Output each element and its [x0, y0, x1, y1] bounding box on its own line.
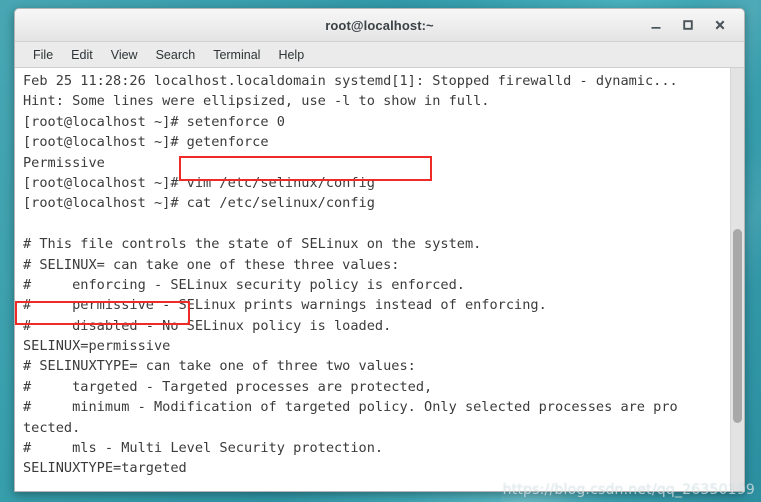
terminal-line: # This file controls the state of SELinu… [23, 236, 482, 253]
terminal-line: Feb 25 11:28:26 localhost.localdomain sy… [23, 73, 678, 89]
terminal-line: SELINUXTYPE=targeted [23, 460, 187, 477]
terminal-line: # minimum - Modification of targeted pol… [23, 399, 678, 416]
terminal-line: # SELINUX= can take one of these three v… [23, 256, 400, 273]
menu-item-edit[interactable]: Edit [62, 46, 102, 64]
terminal-line: # enforcing - SELinux security policy is… [23, 276, 465, 293]
menu-item-search[interactable]: Search [147, 46, 205, 64]
window-title: root@localhost:~ [325, 17, 434, 33]
terminal-body: Feb 25 11:28:26 localhost.localdomain sy… [15, 68, 744, 491]
terminal-line: # mls - Multi Level Security protection. [23, 440, 384, 457]
terminal-scrollbar[interactable] [730, 68, 744, 491]
terminal-line: # targeted - Targeted processes are prot… [23, 378, 433, 395]
terminal-line: # disabled - No SELinux policy is loaded… [23, 317, 392, 334]
menu-bar: File Edit View Search Terminal Help [15, 42, 744, 68]
menu-item-terminal[interactable]: Terminal [204, 46, 269, 64]
terminal-line: [root@localhost ~]# getenforce [23, 134, 269, 151]
terminal-line: SELINUX=permissive [23, 338, 171, 355]
terminal-line: Hint: Some lines were ellipsized, use -l… [23, 93, 490, 110]
terminal-screen[interactable]: Feb 25 11:28:26 localhost.localdomain sy… [15, 68, 730, 491]
terminal-line: [root@localhost ~]# setenforce 0 [23, 113, 285, 130]
minimize-icon[interactable] [649, 18, 663, 32]
window-titlebar[interactable]: root@localhost:~ [15, 9, 744, 42]
terminal-window: root@localhost:~ File Edit View Search T… [14, 8, 745, 492]
menu-item-file[interactable]: File [24, 46, 62, 64]
terminal-output: Feb 25 11:28:26 localhost.localdomain sy… [23, 71, 730, 491]
terminal-line: # permissive - SELinux prints warnings i… [23, 297, 547, 314]
scrollbar-thumb[interactable] [733, 228, 742, 424]
window-controls [649, 18, 744, 32]
menu-item-help[interactable]: Help [269, 46, 313, 64]
terminal-line: Permissive [23, 154, 105, 171]
close-icon[interactable] [713, 18, 727, 32]
terminal-line: tected. [23, 419, 81, 436]
maximize-icon[interactable] [681, 18, 695, 32]
terminal-line: # SELINUXTYPE= can take one of three two… [23, 358, 416, 375]
terminal-line: [root@localhost ~]# vim /etc/selinux/con… [23, 174, 375, 191]
terminal-line: [root@localhost ~]# cat /etc/selinux/con… [23, 195, 375, 212]
menu-item-view[interactable]: View [102, 46, 147, 64]
